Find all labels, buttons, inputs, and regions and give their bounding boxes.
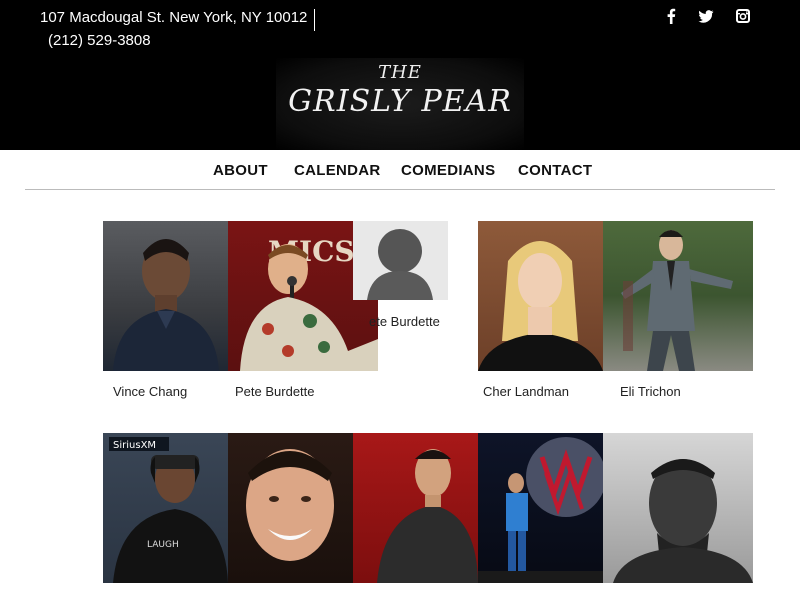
comedian-name-eli-trichon[interactable]: Eli Trichon <box>620 384 681 399</box>
grisly-pear-logo[interactable]: THE GRISLY PEAR <box>276 58 524 150</box>
nav-contact[interactable]: CONTACT <box>518 162 592 179</box>
top-header-bar: 107 Macdougal St. New York, NY 10012 (21… <box>0 0 800 150</box>
comedian-name-vince-chang[interactable]: Vince Chang <box>113 384 187 399</box>
facebook-icon[interactable] <box>666 8 676 24</box>
comedian-photo-vince-chang[interactable] <box>103 221 228 371</box>
comedian-photo-row2-4[interactable] <box>478 433 603 583</box>
main-nav: ABOUT CALENDAR COMEDIANS CONTACT <box>0 150 800 190</box>
logo-main-text: GRISLY PEAR <box>288 84 512 119</box>
phone-number[interactable]: (212) 529-3808 <box>48 32 151 50</box>
comedian-name-pete-burdette[interactable]: Pete Burdette <box>235 384 315 399</box>
comedian-name-cher-landman[interactable]: Cher Landman <box>483 384 569 399</box>
nav-divider <box>25 189 775 190</box>
nav-calendar[interactable]: CALENDAR <box>294 162 381 179</box>
svg-text:LAUGH: LAUGH <box>147 540 179 550</box>
instagram-icon[interactable] <box>736 8 750 24</box>
comedian-photo-eli-trichon[interactable] <box>603 221 753 371</box>
svg-text:SiriusXM: SiriusXM <box>113 440 156 451</box>
comedian-photo-row2-2[interactable] <box>228 433 353 583</box>
nav-about[interactable]: ABOUT <box>213 162 268 179</box>
comedian-photo-cher-landman[interactable] <box>478 221 603 371</box>
comedian-photo-row2-3[interactable] <box>353 433 478 583</box>
comedian-photo-placeholder[interactable] <box>353 221 448 300</box>
comedian-overlay-name: ete Burdette <box>369 314 440 329</box>
nav-comedians[interactable]: COMEDIANS <box>401 162 495 179</box>
address-text: 107 Macdougal St. New York, NY 10012 <box>40 9 316 31</box>
logo-the-text: THE <box>378 62 422 83</box>
comedian-photo-row2-1[interactable]: SiriusXM LAUGH <box>103 433 228 583</box>
comedian-photo-row2-5[interactable] <box>603 433 753 583</box>
twitter-icon[interactable] <box>698 8 714 24</box>
